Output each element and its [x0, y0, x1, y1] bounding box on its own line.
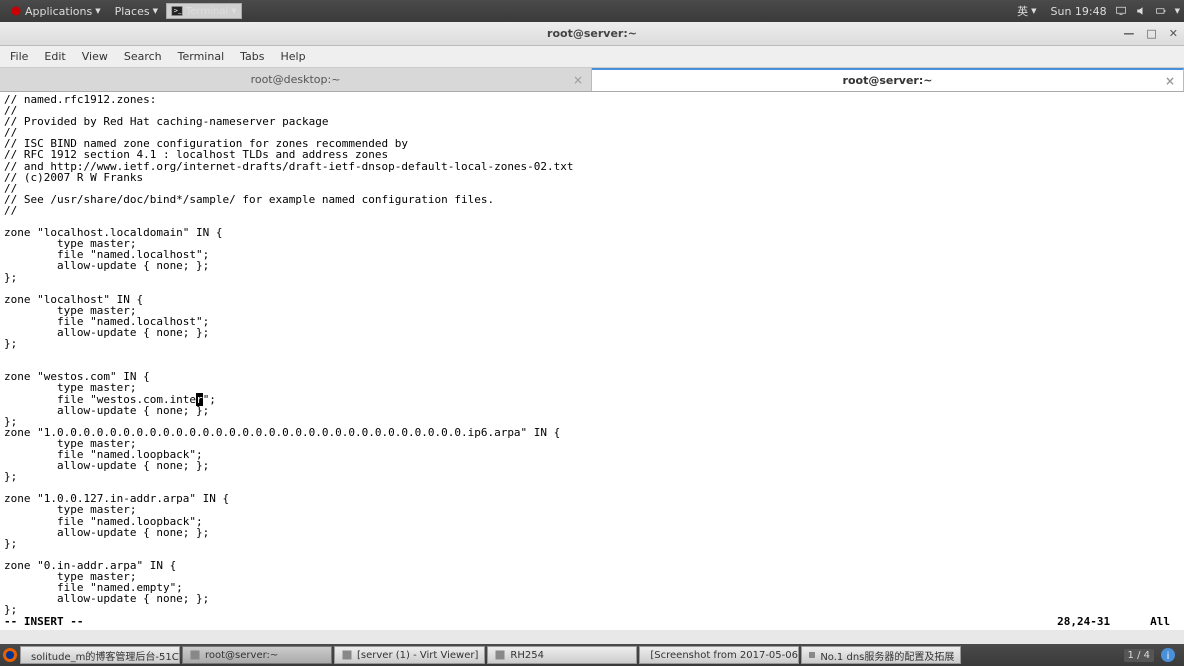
terminal-line: zone "1.0.0.0.0.0.0.0.0.0.0.0.0.0.0.0.0.… [4, 427, 1180, 438]
terminal-line: zone "localhost" IN { [4, 294, 1180, 305]
terminal-line: }; [4, 338, 1180, 349]
menu-view[interactable]: View [76, 48, 114, 65]
terminal-line: allow-update { none; }; [4, 593, 1180, 604]
taskbar-item-label: [server (1) - Virt Viewer] [357, 650, 478, 661]
terminal-line [4, 549, 1180, 560]
terminal-line: file "westos.com.inter"; [4, 394, 1180, 405]
chevron-down-icon: ▼ [231, 7, 236, 15]
taskbar-item[interactable]: root@server:~ [182, 646, 332, 664]
taskbar-item[interactable]: No.1 dns服务器的配置及拓展 [801, 646, 961, 664]
taskbar-item[interactable]: RH254 [487, 646, 637, 664]
terminal-line: // See /usr/share/doc/bind*/sample/ for … [4, 194, 1180, 205]
document-icon [808, 649, 816, 661]
tab-label: root@desktop:~ [251, 73, 341, 86]
places-label: Places [115, 5, 150, 18]
places-menu[interactable]: Places ▼ [109, 3, 164, 20]
taskbar-item[interactable]: solitude_m的博客管理后台-51CT... [20, 646, 180, 664]
terminal-line: // (c)2007 R W Franks [4, 172, 1180, 183]
taskbar-item[interactable]: [Screenshot from 2017-05-06 1... [639, 646, 799, 664]
gnome-topbar: Applications ▼ Places ▼ >_ Terminal ▼ 英 … [0, 0, 1184, 22]
tab-close-button[interactable]: × [573, 73, 583, 87]
menu-help[interactable]: Help [275, 48, 312, 65]
running-app-label: Terminal [186, 6, 228, 17]
window-title: root@server:~ [547, 27, 637, 40]
menu-search[interactable]: Search [118, 48, 168, 65]
terminal-line: zone "localhost.localdomain" IN { [4, 227, 1180, 238]
terminal-line: zone "1.0.0.127.in-addr.arpa" IN { [4, 493, 1180, 504]
chevron-down-icon: ▼ [1031, 7, 1036, 15]
chevron-down-icon: ▼ [95, 7, 100, 15]
firefox-icon[interactable] [2, 647, 18, 663]
applications-menu[interactable]: Applications ▼ [4, 3, 107, 20]
taskbar-item-label: [Screenshot from 2017-05-06 1... [650, 650, 799, 661]
tab-close-button[interactable]: × [1165, 74, 1175, 88]
terminal-line: // RFC 1912 section 4.1 : localhost TLDs… [4, 149, 1180, 160]
volume-icon[interactable] [1135, 5, 1147, 17]
taskbar-item[interactable]: [server (1) - Virt Viewer] [334, 646, 485, 664]
menu-edit[interactable]: Edit [38, 48, 71, 65]
terminal-icon: >_ [171, 5, 183, 17]
clock[interactable]: Sun 19:48 [1050, 5, 1106, 18]
terminal-line [4, 283, 1180, 294]
terminal-line: // named.rfc1912.zones: [4, 94, 1180, 105]
maximize-button[interactable]: □ [1146, 27, 1156, 40]
info-icon[interactable]: i [1160, 647, 1176, 663]
close-button[interactable]: ✕ [1169, 27, 1178, 40]
menu-terminal[interactable]: Terminal [172, 48, 231, 65]
folder-icon [494, 649, 506, 661]
terminal-line [4, 360, 1180, 371]
display-icon [341, 649, 353, 661]
svg-text:i: i [1167, 651, 1170, 662]
tab-label: root@server:~ [843, 74, 933, 87]
terminal-line: allow-update { none; }; [4, 405, 1180, 416]
vim-percent: All [1150, 616, 1170, 630]
battery-icon[interactable] [1155, 5, 1167, 17]
vim-mode: -- INSERT -- [4, 616, 83, 630]
terminal-line: allow-update { none; }; [4, 460, 1180, 471]
terminal-line [4, 349, 1180, 360]
svg-text:>_: >_ [173, 8, 182, 15]
terminal-line: allow-update { none; }; [4, 260, 1180, 271]
terminal-line: }; [4, 471, 1180, 482]
terminal-line: zone "0.in-addr.arpa" IN { [4, 560, 1180, 571]
vim-statusline: -- INSERT -- 28,24-31 All [0, 616, 1184, 630]
terminal-line: }; [4, 538, 1180, 549]
taskbar-item-label: root@server:~ [205, 650, 278, 661]
terminal-line: zone "westos.com" IN { [4, 371, 1180, 382]
taskbar-item-label: solitude_m的博客管理后台-51CT... [31, 648, 180, 663]
window-titlebar[interactable]: root@server:~ — □ ✕ [0, 22, 1184, 46]
terminal-line: }; [4, 604, 1180, 615]
terminal-tab[interactable]: root@desktop:~ × [0, 68, 592, 91]
workspace-pager[interactable]: 1 / 4 [1124, 649, 1154, 662]
terminal-content[interactable]: // named.rfc1912.zones: // // Provided by … [0, 92, 1184, 630]
ime-indicator[interactable]: 英 ▼ [1011, 1, 1042, 21]
terminal-line: // [4, 205, 1180, 216]
vim-position: 28,24-31 [1057, 616, 1110, 630]
applications-label: Applications [25, 5, 92, 18]
menu-file[interactable]: File [4, 48, 34, 65]
terminal-tab[interactable]: root@server:~ × [592, 68, 1184, 91]
gnome-taskbar: solitude_m的博客管理后台-51CT... root@server:~ [s… [0, 644, 1184, 666]
terminal-line: // and http://www.ietf.org/internet-draf… [4, 161, 1180, 172]
chevron-down-icon: ▼ [153, 7, 158, 15]
terminal-line: type master; [4, 504, 1180, 515]
terminal-icon [189, 649, 201, 661]
terminal-line: }; [4, 272, 1180, 283]
running-app-terminal[interactable]: >_ Terminal ▼ [166, 3, 242, 19]
taskbar-item-label: No.1 dns服务器的配置及拓展 [820, 648, 954, 663]
terminal-line: file "named.loopback"; [4, 516, 1180, 527]
terminal-line: allow-update { none; }; [4, 327, 1180, 338]
terminal-line: // Provided by Red Hat caching-nameserve… [4, 116, 1180, 127]
chevron-down-icon: ▼ [1175, 7, 1180, 15]
redhat-icon [10, 5, 22, 17]
minimize-button[interactable]: — [1123, 27, 1134, 40]
terminal-menubar: FileEdit ViewSearchTerminalTabs Help [0, 46, 1184, 68]
terminal-tabs: root@desktop:~ × root@server:~ × [0, 68, 1184, 92]
menu-tabs[interactable]: Tabs [234, 48, 270, 65]
taskbar-item-label: RH254 [510, 650, 544, 661]
terminal-line: allow-update { none; }; [4, 527, 1180, 538]
screen-icon[interactable] [1115, 5, 1127, 17]
